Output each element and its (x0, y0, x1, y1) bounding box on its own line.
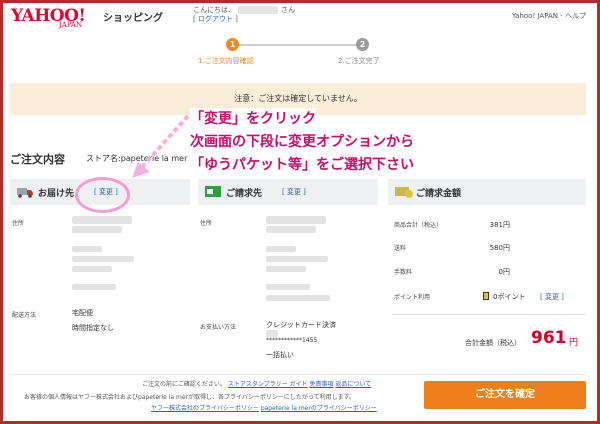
yahoo-privacy-link[interactable]: ヤフー株式会社のプライバシーポリシー (151, 405, 259, 412)
billing-address-label: 住所 (200, 220, 213, 227)
billing-phone-blurred (266, 284, 310, 290)
shipping-zip-blurred (72, 246, 102, 252)
total-row-fee: 手数料 0円 (394, 267, 510, 276)
truck-icon (17, 188, 33, 198)
total-row-shipping: 送料 580円 (394, 243, 510, 252)
money-icon (395, 187, 413, 198)
confirm-order-button[interactable]: ご注文を確定 (424, 381, 586, 409)
billing-name-blurred (266, 216, 326, 224)
returns-link[interactable]: 返品について (335, 381, 371, 388)
total-row-items: 商品合計（税込） 381円 (394, 220, 510, 229)
total-fee-label: 手数料 (394, 269, 413, 276)
billing-header: ご請求先 [ 変更 ] (198, 179, 378, 205)
shipping-method-label: 配送方法 (12, 312, 37, 319)
change-highlight-circle (75, 177, 130, 213)
total-shipping-value: 580円 (489, 244, 510, 252)
total-items-label: 商品合計（税込） (394, 222, 443, 229)
store-privacy-link[interactable]: papeterie la merのプライバシーポリシー (261, 405, 377, 412)
points-value: 0ポイント (493, 293, 526, 301)
points-icon (483, 292, 489, 300)
shipping-phone-blurred (72, 284, 116, 290)
card-number-mask: ************1455 (266, 337, 318, 344)
privacy-links: ヤフー株式会社のプライバシーポリシー papeterie la merのプライバ… (151, 403, 377, 412)
card-brand-blurred (266, 330, 278, 337)
shipping-name-blurred (72, 216, 132, 224)
shipping-title: お届け先 (38, 189, 75, 199)
grand-total-unit: 円 (569, 338, 579, 348)
totals-divider (392, 314, 586, 315)
shipping-method-value: 宅配便 (72, 309, 93, 317)
shipping-address-label: 住所 (12, 220, 25, 227)
billing-title: ご請求先 (226, 189, 263, 199)
total-items-value: 381円 (489, 221, 510, 229)
footer-notice: ご注文の前にご確認ください。 ストアスタンプラリー ガイド 免責事項 返品につい… (142, 379, 371, 388)
payment-method-value: クレジットカード決済 (266, 321, 336, 329)
grand-total-value: 961 (531, 328, 567, 348)
annotation-arrow-icon (132, 114, 190, 178)
billing-addr2-blurred (266, 266, 306, 272)
footer-divider (10, 374, 586, 375)
totals-header: ご請求金額 (388, 179, 586, 205)
disclaimer-link[interactable]: 免責事項 (309, 381, 333, 388)
shipping-addr1-blurred (72, 256, 134, 262)
guide-link[interactable]: ストアスタンプラリー ガイド (228, 381, 308, 388)
totals-title: ご請求金額 (416, 189, 462, 199)
payment-method-label: お支払い方法 (200, 324, 237, 331)
privacy-notice: お客様の個人情報はヤフー株式会社およびpapeterie la merが取得し、… (24, 394, 355, 401)
billing-kana-blurred (266, 226, 316, 233)
billing-change-link[interactable]: [ 変更 ] (282, 187, 306, 197)
shipping-addr2-blurred (72, 266, 112, 272)
points-change-link[interactable]: [ 変更 ] (540, 292, 564, 302)
grand-total-label: 合計金額（税込） (465, 339, 521, 347)
total-shipping-label: 送料 (394, 245, 407, 252)
card-icon (205, 186, 221, 197)
billing-zip-blurred (266, 246, 296, 252)
installment-value: 一括払い (266, 351, 294, 359)
total-fee-value: 0円 (498, 268, 510, 276)
shipping-time-value: 時間指定なし (72, 324, 114, 332)
billing-addr1-blurred (266, 256, 328, 262)
footer-prefix: ご注文の前にご確認ください。 (142, 381, 226, 388)
billing-email-blurred (266, 295, 330, 301)
shipping-kana-blurred (72, 226, 122, 233)
points-label: ポイント利用 (394, 294, 431, 301)
